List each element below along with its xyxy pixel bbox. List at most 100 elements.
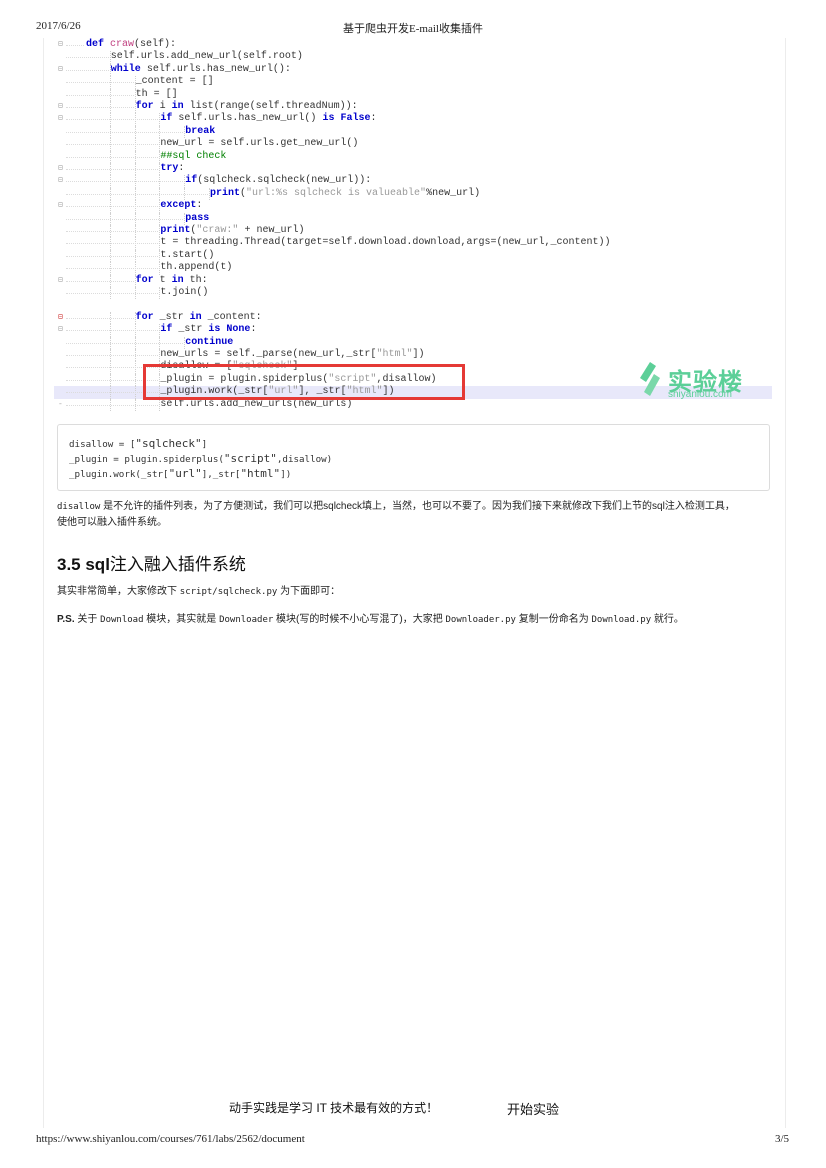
fold-marker-icon[interactable]: ⊟ bbox=[58, 113, 64, 125]
code-line: _content = [] bbox=[54, 76, 772, 89]
code-line: ⊟ if self.urls.has_new_url() is False: bbox=[54, 113, 772, 126]
start-lab-button[interactable]: 开始实验 bbox=[507, 1099, 559, 1118]
whitespace-dots bbox=[66, 82, 134, 84]
code-line: t.join() bbox=[54, 287, 772, 300]
code-text: if(sqlcheck.sqlcheck(new_url)): bbox=[185, 175, 372, 187]
inline-code: script/sqlcheck.py bbox=[179, 587, 278, 597]
code-text: try: bbox=[160, 163, 185, 174]
fold-marker-icon[interactable]: ⊟ bbox=[58, 200, 64, 212]
whitespace-dots bbox=[66, 280, 134, 282]
code-text: while self.urls.has_new_url(): bbox=[110, 63, 291, 75]
page-border-right bbox=[785, 38, 786, 1128]
code-line: print("craw:" + new_url) bbox=[54, 225, 772, 238]
watermark-domain: shiyanlou.com bbox=[668, 389, 732, 400]
whitespace-dots bbox=[66, 107, 134, 108]
whitespace-dots bbox=[66, 218, 184, 220]
code-line: ⊟ if(sqlcheck.sqlcheck(new_url)): bbox=[54, 175, 772, 188]
whitespace-dots bbox=[66, 317, 134, 319]
shiyanlou-logo-icon bbox=[640, 362, 660, 396]
shiyanlou-watermark: 实验楼 shiyanlou.com bbox=[636, 360, 756, 404]
whitespace-dots bbox=[66, 268, 159, 270]
code-text: for _str in _content: bbox=[135, 311, 262, 323]
fold-marker-icon[interactable]: - bbox=[58, 399, 64, 411]
fold-marker-icon[interactable]: ⊟ bbox=[58, 163, 64, 175]
code-line: self.urls.add_new_url(self.root) bbox=[54, 51, 772, 64]
code-text: for t in th: bbox=[135, 274, 208, 286]
whitespace-dots bbox=[66, 144, 159, 146]
fold-marker-icon[interactable]: ⊟ bbox=[58, 64, 64, 76]
paragraph-instructions: 其实非常简单，大家修改下 script/sqlcheck.py 为下面即可： bbox=[57, 586, 341, 597]
section-heading: 3.5 sql注入融入插件系统 bbox=[57, 555, 246, 574]
whitespace-dots bbox=[66, 355, 159, 356]
code-line: ⊟ try: bbox=[54, 163, 772, 176]
code-line: disallow = ["sqlcheck"] bbox=[69, 437, 208, 450]
code-line: print("url:%s sqlcheck is valueable"%new… bbox=[54, 187, 772, 201]
highlight-box bbox=[143, 364, 465, 400]
code-text: except: bbox=[160, 200, 203, 212]
whitespace-dots bbox=[66, 293, 159, 294]
whitespace-dots bbox=[66, 342, 184, 344]
fold-marker-icon[interactable]: ⊟ bbox=[58, 175, 64, 187]
code-text: ##sql check bbox=[160, 150, 227, 162]
code-line: _plugin.work(_str["url"],_str["html"]) bbox=[69, 467, 292, 480]
code-text: _content = [] bbox=[135, 76, 214, 88]
code-screenshot: ⊟ def craw(self): self.urls.add_new_url(se… bbox=[54, 38, 772, 412]
whitespace-dots bbox=[66, 156, 159, 158]
whitespace-dots bbox=[66, 131, 184, 133]
whitespace-dots bbox=[66, 45, 84, 46]
code-text: t.join() bbox=[160, 287, 209, 298]
whitespace-dots bbox=[66, 255, 159, 257]
code-line: ⊟ for _str in _content: bbox=[54, 311, 772, 325]
code-text: break bbox=[185, 125, 216, 137]
whitespace-dots bbox=[66, 57, 109, 59]
code-text: new_urls = self._parse(new_url,_str["htm… bbox=[160, 349, 425, 360]
code-text: for i in list(range(self.threadNum)): bbox=[135, 101, 358, 112]
fold-marker-icon[interactable]: ⊟ bbox=[58, 275, 64, 287]
fold-marker-icon[interactable]: ⊟ bbox=[58, 39, 64, 51]
whitespace-dots bbox=[66, 231, 159, 232]
code-text: t.start() bbox=[160, 249, 215, 261]
whitespace-dots bbox=[66, 169, 159, 170]
whitespace-dots bbox=[66, 206, 159, 208]
fold-marker-icon[interactable]: ⊟ bbox=[58, 324, 64, 336]
print-title: 基于爬虫开发E-mail收集插件 bbox=[343, 23, 483, 35]
paragraph-disallow: disallow 是不允许的插件列表，为了方便测试，我们可以把sqlcheck填… bbox=[57, 501, 735, 528]
code-line: ⊟ while self.urls.has_new_url(): bbox=[54, 63, 772, 77]
code-line: ⊟ for t in th: bbox=[54, 274, 772, 287]
inline-code: disallow bbox=[57, 502, 101, 512]
whitespace-dots bbox=[66, 69, 109, 71]
code-line: pass bbox=[54, 212, 772, 225]
code-line: ##sql check bbox=[54, 150, 772, 163]
code-line: t.start() bbox=[54, 249, 772, 263]
code-text: self.urls.add_new_url(self.root) bbox=[110, 51, 303, 63]
code-line: th.append(t) bbox=[54, 262, 772, 275]
code-text: t = threading.Thread(target=self.downloa… bbox=[160, 237, 611, 249]
code-line: break bbox=[54, 125, 772, 139]
code-text: th.append(t) bbox=[160, 262, 233, 274]
whitespace-dots bbox=[66, 94, 134, 96]
whitespace-dots bbox=[66, 193, 208, 195]
code-text: if self.urls.has_new_url() is False: bbox=[160, 113, 377, 125]
code-text: def craw(self): bbox=[86, 39, 177, 50]
whitespace-dots bbox=[66, 404, 159, 406]
code-block: disallow = ["sqlcheck"] _plugin = plugin… bbox=[57, 424, 770, 491]
fold-marker-icon[interactable]: ⊟ bbox=[58, 101, 64, 113]
code-text: th = [] bbox=[135, 88, 178, 100]
whitespace-dots bbox=[66, 181, 184, 183]
page-number: 3/5 bbox=[775, 1133, 790, 1145]
code-text: new_url = self.urls.get_new_url() bbox=[160, 138, 359, 150]
whitespace-dots bbox=[66, 119, 159, 121]
page-border-left bbox=[43, 38, 44, 1128]
code-text: pass bbox=[185, 212, 210, 224]
print-url: https://www.shiyanlou.com/courses/761/la… bbox=[36, 1133, 305, 1145]
code-text: if _str is None: bbox=[160, 324, 257, 336]
code-line: _plugin = plugin.spiderplus("script",dis… bbox=[69, 452, 333, 465]
code-text: continue bbox=[185, 336, 234, 348]
code-text: print("craw:" + new_url) bbox=[160, 225, 305, 236]
code-line: continue bbox=[54, 336, 772, 349]
code-line: th = [] bbox=[54, 88, 772, 101]
code-line: ⊟ if _str is None: bbox=[54, 324, 772, 337]
code-line: ⊟ for i in list(range(self.threadNum)): bbox=[54, 101, 772, 114]
fold-marker-icon[interactable]: ⊟ bbox=[58, 312, 64, 324]
